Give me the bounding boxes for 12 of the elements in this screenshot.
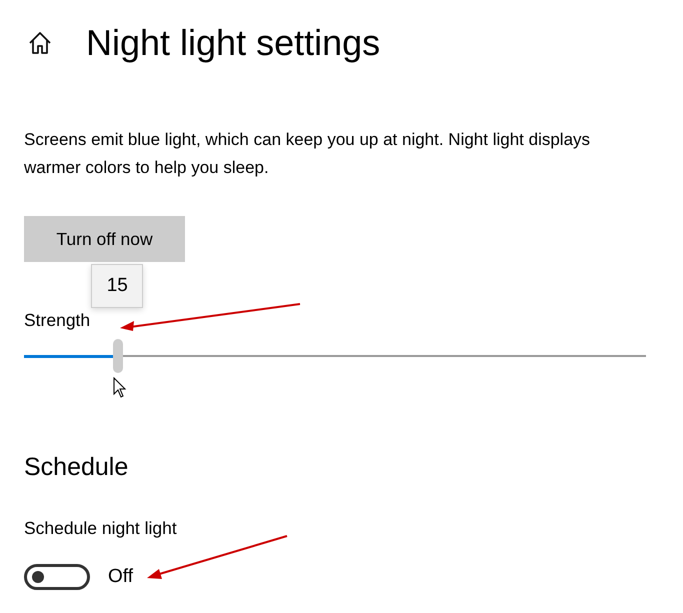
- schedule-heading: Schedule: [24, 453, 128, 482]
- strength-label: Strength: [24, 310, 90, 331]
- page-title: Night light settings: [86, 22, 380, 64]
- home-icon[interactable]: [28, 31, 52, 55]
- slider-thumb[interactable]: [113, 339, 124, 373]
- description-text: Screens emit blue light, which can keep you up at night. Night light displays warmer colors to help you sleep.: [24, 129, 592, 179]
- turn-off-button[interactable]: Turn off now: [24, 216, 185, 262]
- mouse-cursor-icon: [113, 377, 128, 399]
- toggle-switch[interactable]: [24, 564, 90, 590]
- schedule-label: Schedule night light: [24, 518, 177, 539]
- toggle-state-text: Off: [108, 566, 133, 588]
- value-tooltip: 15: [91, 264, 144, 308]
